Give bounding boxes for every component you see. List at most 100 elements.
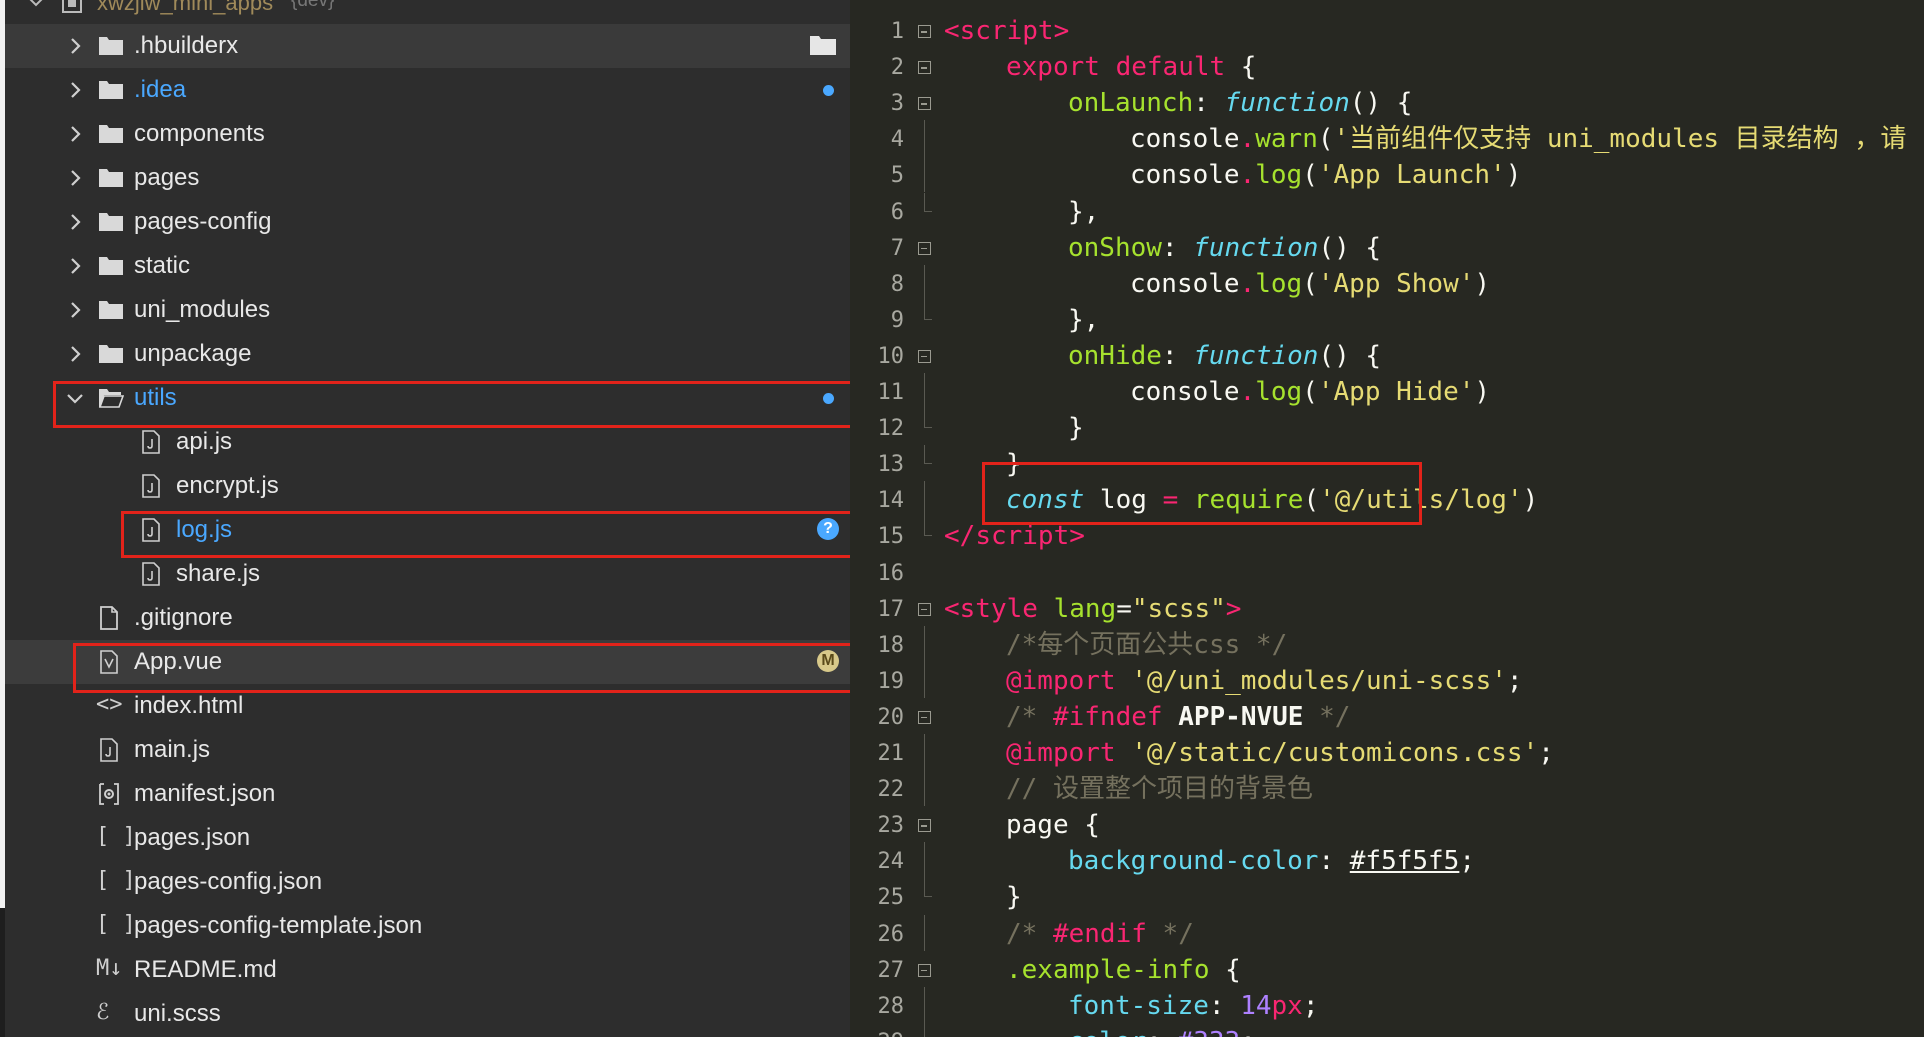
- code-text: export default {: [1006, 52, 1257, 83]
- fold-guide: [924, 661, 925, 698]
- tree-item-utils[interactable]: utils: [5, 376, 850, 420]
- code-line-16[interactable]: 16: [850, 554, 1924, 590]
- folder-open-icon: [98, 386, 125, 410]
- json-file-icon: [ ]: [96, 868, 136, 893]
- tree-item-uni-scss[interactable]: ℰuni.scss: [5, 992, 850, 1036]
- tree-item-label: components: [134, 120, 265, 147]
- tree-item-idea[interactable]: .idea: [5, 68, 850, 112]
- code-line-14[interactable]: 14 const log = require('@/utils/log'): [850, 481, 1924, 518]
- tree-item-pages[interactable]: pages: [5, 156, 850, 200]
- code-line-8[interactable]: 8 console.log('App Show'): [850, 264, 1924, 301]
- tree-item-pages-config[interactable]: pages-config: [5, 200, 850, 244]
- tree-item-label: log.js: [176, 516, 233, 543]
- tree-item-app-vue[interactable]: App.vue M: [5, 640, 850, 684]
- code-line-3[interactable]: 3 onLaunch: function() {: [850, 84, 1924, 120]
- code-line-21[interactable]: 21 @import '@/static/customicons.css';: [850, 734, 1924, 770]
- line-number: 12: [877, 416, 905, 442]
- code-line-25[interactable]: 25}: [850, 878, 1924, 914]
- code-line-13[interactable]: 13}: [850, 445, 1924, 481]
- open-folder-icon[interactable]: [809, 34, 837, 56]
- tree-item-encrypt-js[interactable]: encrypt.js: [5, 464, 850, 508]
- chevron-right-icon[interactable]: [63, 34, 87, 58]
- tree-item-label: .gitignore: [134, 604, 233, 631]
- code-line-1[interactable]: 1 <script>: [850, 12, 1924, 48]
- tree-item-log-js[interactable]: log.js?: [5, 508, 850, 552]
- fold-toggle-icon[interactable]: [918, 963, 931, 977]
- fold-toggle-icon[interactable]: [918, 241, 931, 255]
- tree-item-uni-modules[interactable]: uni_modules: [5, 288, 850, 332]
- code-line-2[interactable]: 2 export default {: [850, 48, 1924, 84]
- fold-toggle-icon[interactable]: [918, 25, 931, 38]
- code-text: @import '@/static/customicons.css';: [1006, 738, 1554, 768]
- chevron-right-icon[interactable]: [63, 210, 87, 234]
- tree-item-pages-config-json[interactable]: [ ] pages-config.json: [5, 860, 850, 904]
- code-line-28[interactable]: 28 font-size: 14px;: [850, 986, 1924, 1023]
- tree-item-label: unpackage: [134, 340, 252, 367]
- code-line-15[interactable]: 15 </script>: [850, 517, 1924, 553]
- code-line-27[interactable]: 27 .example-info {: [850, 951, 1924, 987]
- code-editor[interactable]: 1 <script> 2 export default {3 onLaunch: fun…: [850, 0, 1924, 1037]
- tree-item-readme-md[interactable]: M↓ README.md: [5, 948, 850, 992]
- line-number: 10: [877, 343, 905, 369]
- tree-item-gitignore[interactable]: .gitignore: [5, 596, 850, 640]
- code-text: const log = require('@/utils/log'): [1006, 485, 1539, 516]
- tree-item-hbuilderx[interactable]: .hbuilderx: [5, 24, 850, 68]
- code-line-4[interactable]: 4 console.warn('当前组件仅支持 uni_modules 目录结构 …: [850, 120, 1924, 157]
- fold-toggle-icon[interactable]: [918, 61, 931, 75]
- code-line-7[interactable]: 7 onShow: function() {: [850, 229, 1924, 265]
- line-number: 2: [890, 55, 904, 81]
- code-line-29[interactable]: 29 color: #333;: [850, 1022, 1924, 1037]
- code-line-20[interactable]: 20 /* #ifndef APP-NVUE */: [850, 698, 1924, 734]
- tree-item-share-js[interactable]: share.js: [5, 552, 850, 596]
- tree-item-pages-config-template-json[interactable]: [ ] pages-config-template.json: [5, 904, 850, 948]
- line-number: 1: [890, 19, 904, 44]
- fold-toggle-icon[interactable]: [918, 819, 931, 833]
- folder-icon: [98, 34, 124, 58]
- code-line-23[interactable]: 23 page {: [850, 806, 1924, 842]
- tree-item-pages-json[interactable]: [ ] pages.json: [5, 816, 850, 860]
- tree-item-components[interactable]: components: [5, 112, 850, 156]
- chevron-down-icon[interactable]: [63, 386, 87, 410]
- fold-toggle-icon[interactable]: [918, 710, 931, 724]
- manifest-file-icon: [98, 782, 124, 806]
- line-number: 25: [877, 885, 905, 911]
- code-text: console.log('App Hide'): [1130, 377, 1491, 407]
- chevron-right-icon[interactable]: [63, 166, 87, 190]
- code-line-26[interactable]: 26 /* #endif */: [850, 914, 1924, 951]
- chevron-right-icon[interactable]: [63, 254, 87, 278]
- fold-toggle-icon[interactable]: [918, 602, 931, 616]
- fold-toggle-icon[interactable]: [918, 349, 931, 363]
- code-line-19[interactable]: 19 @import '@/uni_modules/uni-scss';: [850, 661, 1924, 698]
- tree-item-label: pages.json: [134, 824, 251, 851]
- chevron-right-icon[interactable]: [63, 298, 87, 322]
- chevron-down-icon[interactable]: [27, 0, 45, 18]
- tree-item-manifest-json[interactable]: manifest.json: [5, 772, 850, 816]
- code-text: page {: [1006, 810, 1100, 841]
- code-line-6[interactable]: 6},: [850, 192, 1924, 229]
- code-line-11[interactable]: 11 console.log('App Hide'): [850, 373, 1924, 409]
- chevron-right-icon[interactable]: [63, 78, 87, 102]
- fold-guide: [924, 264, 925, 301]
- line-number: 21: [877, 741, 905, 766]
- tree-item-static[interactable]: static: [5, 244, 850, 288]
- fold-guide: [924, 914, 925, 951]
- tree-item-api-js[interactable]: api.js: [5, 420, 850, 464]
- tree-item-main-js[interactable]: main.js: [5, 728, 850, 772]
- code-line-17[interactable]: 17 <style lang="scss">: [850, 590, 1924, 626]
- code-line-10[interactable]: 10 onHide: function() {: [850, 337, 1924, 373]
- tree-item-index-html[interactable]: <> index.html: [5, 684, 850, 728]
- code-line-12[interactable]: 12}: [850, 409, 1924, 445]
- project-root-row[interactable]: xwzjlw_mini_apps {dev}: [5, 0, 850, 22]
- chevron-right-icon[interactable]: [63, 122, 87, 146]
- code-text: </script>: [944, 521, 1085, 552]
- code-line-9[interactable]: 9},: [850, 300, 1924, 337]
- code-line-24[interactable]: 24 background-color: #f5f5f5;: [850, 842, 1924, 879]
- code-line-18[interactable]: 18 /*每个页面公共css */: [850, 625, 1924, 662]
- code-line-22[interactable]: 22 // 设置整个项目的背景色: [850, 770, 1924, 807]
- line-number: 26: [877, 921, 905, 947]
- code-line-5[interactable]: 5 console.log('App Launch'): [850, 156, 1924, 193]
- chevron-right-icon[interactable]: [63, 342, 87, 366]
- tree-item-unpackage[interactable]: unpackage: [5, 332, 850, 376]
- folder-icon: [98, 254, 124, 278]
- fold-toggle-icon[interactable]: [918, 97, 931, 111]
